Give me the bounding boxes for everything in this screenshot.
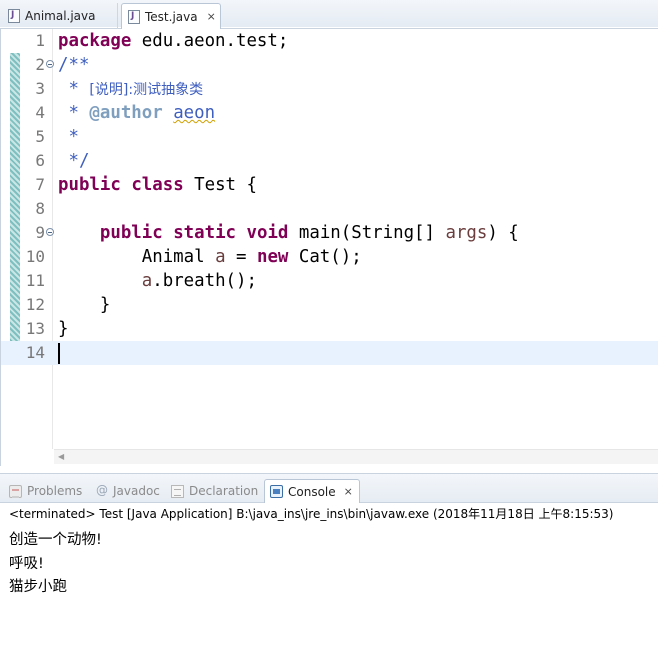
- keyword: public: [58, 175, 121, 195]
- declaration-icon: [171, 484, 184, 498]
- code-line: public static void main(String[] args) {: [58, 221, 519, 245]
- line-number: 5: [35, 127, 45, 146]
- line-number: 11: [25, 271, 45, 290]
- javadoc-tag: @author: [89, 103, 163, 123]
- spelling-warning: aeon: [173, 103, 216, 123]
- line-number: 12: [25, 295, 45, 314]
- keyword: package: [58, 31, 132, 51]
- code-line: }: [58, 293, 110, 317]
- code-line: * @author aeon: [58, 101, 215, 125]
- close-icon[interactable]: ⨯: [344, 485, 353, 498]
- code-text: Cat();: [288, 247, 362, 267]
- code-line: Animal a = new Cat();: [58, 245, 362, 269]
- local-variable: a: [215, 247, 226, 267]
- console-output-line: 猫步小跑: [9, 579, 67, 595]
- code-line: a.breath();: [58, 269, 257, 293]
- keyword: new: [256, 247, 289, 267]
- code-line: *: [58, 125, 79, 149]
- code-line: /**: [58, 53, 89, 77]
- local-variable: a: [141, 271, 153, 291]
- console-panel: Problems Javadoc Declaration Console ⨯ <…: [0, 473, 658, 662]
- panel-tab-bar: Problems Javadoc Declaration Console ⨯: [0, 474, 658, 503]
- comment: *: [58, 79, 90, 99]
- comment: /**: [58, 55, 90, 75]
- comment: :测试抽象类: [128, 82, 204, 98]
- code-text: Test {: [183, 175, 257, 195]
- comment: *: [58, 127, 79, 147]
- tab-label: Animal.java: [25, 9, 96, 23]
- tab-label: Console: [288, 484, 336, 499]
- comment: *: [58, 103, 90, 123]
- code-editor[interactable]: 1 2 3 4 5 6 7 8 9 10 11 12 13 14 package…: [0, 29, 658, 466]
- line-number: 3: [35, 79, 45, 98]
- code-line: * [说明]:测试抽象类: [58, 77, 203, 102]
- horizontal-scrollbar[interactable]: ◀: [54, 449, 658, 464]
- console-icon: [270, 485, 283, 498]
- console-status-line: <terminated> Test [Java Application] B:\…: [9, 507, 614, 521]
- line-number: 4: [35, 103, 45, 122]
- editor-tab-bar: Animal.java Test.java ⨯: [0, 0, 658, 29]
- tab-console[interactable]: Console ⨯: [264, 479, 360, 503]
- code-text: }: [58, 319, 69, 339]
- code-text: ) {: [487, 223, 519, 243]
- console-output-line: 呼吸!: [9, 556, 44, 572]
- tab-label: Test.java: [145, 9, 198, 24]
- code-line: */: [58, 149, 89, 173]
- tab-test-java[interactable]: Test.java ⨯: [121, 3, 221, 29]
- code-text: edu.aeon.test;: [131, 31, 289, 51]
- javadoc-icon: [95, 483, 108, 498]
- quick-diff-ruler: [10, 53, 20, 341]
- line-number: 2: [35, 55, 45, 74]
- line-number: 13: [25, 319, 45, 338]
- tab-label: Javadoc: [113, 484, 160, 498]
- problems-icon: [9, 484, 22, 498]
- tab-label: Declaration: [189, 484, 259, 498]
- code-line: package edu.aeon.test;: [58, 29, 288, 53]
- close-icon[interactable]: ⨯: [207, 10, 216, 23]
- comment: */: [58, 151, 90, 171]
- line-number: 6: [35, 151, 45, 170]
- code-text: .breath();: [152, 271, 257, 291]
- keyword: static: [173, 223, 237, 243]
- code-text: =: [225, 247, 257, 267]
- line-number: 1: [35, 31, 45, 50]
- collapse-icon[interactable]: [46, 228, 54, 236]
- current-line-highlight: [1, 341, 658, 365]
- code-line: }: [58, 317, 68, 341]
- code-line: public class Test {: [58, 173, 257, 197]
- console-output-line: 创造一个动物!: [9, 532, 102, 548]
- tab-javadoc[interactable]: Javadoc: [95, 479, 160, 503]
- keyword: class: [131, 175, 184, 195]
- tab-problems[interactable]: Problems: [9, 479, 82, 503]
- parameter: args: [445, 223, 488, 243]
- code-text: Animal: [58, 247, 216, 267]
- line-number: 10: [25, 247, 45, 266]
- code-text: }: [58, 295, 111, 315]
- keyword: public: [99, 223, 163, 243]
- java-file-icon: [8, 9, 20, 23]
- line-number: 8: [35, 199, 45, 218]
- java-file-icon: [128, 9, 140, 24]
- scroll-left-icon[interactable]: ◀: [58, 452, 64, 461]
- line-number: 9: [35, 223, 45, 242]
- text-cursor: [58, 343, 60, 364]
- keyword: void: [246, 223, 289, 243]
- tab-label: Problems: [27, 484, 83, 498]
- tab-declaration[interactable]: Declaration: [171, 479, 258, 503]
- line-number: 14: [25, 343, 45, 362]
- comment: [163, 103, 173, 123]
- collapse-icon[interactable]: [46, 60, 54, 68]
- comment-tag: [说明]: [89, 82, 129, 98]
- code-text: main(String[]: [288, 223, 446, 243]
- line-number: 7: [35, 175, 45, 194]
- tab-animal-java[interactable]: Animal.java: [2, 3, 118, 29]
